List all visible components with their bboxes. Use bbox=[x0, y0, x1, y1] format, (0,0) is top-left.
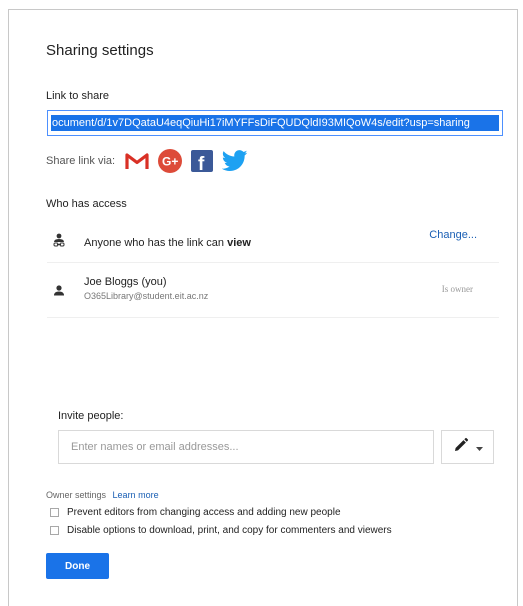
link-access-icon bbox=[53, 233, 65, 254]
learn-more-link[interactable]: Learn more bbox=[113, 490, 159, 500]
owner-settings-row: Owner settings Learn more bbox=[46, 490, 159, 500]
owner-email: O365Library@student.eit.ac.nz bbox=[84, 291, 209, 301]
disable-download-checkbox[interactable] bbox=[50, 526, 59, 535]
change-access-link[interactable]: Change... bbox=[429, 229, 477, 241]
share-link-field[interactable]: ocument/d/1v7DQataU4eqQiuHi17iMYFFsDiFQU… bbox=[47, 110, 503, 136]
share-via-row: Share link via: G+ f bbox=[46, 149, 257, 173]
anyone-with-link-text: Anyone who has the link can view bbox=[84, 237, 251, 249]
twitter-icon[interactable] bbox=[222, 150, 248, 172]
svg-text:G+: G+ bbox=[162, 155, 178, 169]
owner-settings-label: Owner settings bbox=[46, 490, 107, 500]
share-link-value[interactable]: ocument/d/1v7DQataU4eqQiuHi17iMYFFsDiFQU… bbox=[51, 115, 499, 131]
dialog-title: Sharing settings bbox=[46, 42, 154, 59]
disable-download-option[interactable]: Disable options to download, print, and … bbox=[50, 525, 392, 536]
sharing-dialog: Sharing settings Link to share ocument/d… bbox=[8, 9, 518, 606]
prevent-editors-checkbox[interactable] bbox=[50, 508, 59, 517]
who-has-access-label: Who has access bbox=[46, 198, 127, 210]
permission-dropdown-button[interactable] bbox=[441, 430, 494, 464]
prevent-editors-label: Prevent editors from changing access and… bbox=[67, 507, 341, 518]
link-to-share-label: Link to share bbox=[46, 90, 109, 102]
google-plus-icon[interactable]: G+ bbox=[158, 149, 183, 173]
owner-name: Joe Bloggs (you) bbox=[84, 276, 167, 288]
pencil-icon bbox=[453, 437, 469, 458]
prevent-editors-option[interactable]: Prevent editors from changing access and… bbox=[50, 507, 341, 518]
access-row-link: Anyone who has the link can view Change.… bbox=[47, 223, 499, 263]
access-row-owner: Joe Bloggs (you) O365Library@student.eit… bbox=[47, 270, 499, 318]
svg-text:f: f bbox=[198, 154, 205, 172]
invite-people-label: Invite people: bbox=[58, 410, 124, 422]
invite-people-input[interactable] bbox=[58, 430, 434, 464]
person-icon bbox=[53, 284, 65, 302]
share-via-label: Share link via: bbox=[46, 155, 116, 167]
facebook-icon[interactable]: f bbox=[191, 150, 214, 172]
anyone-with-link-permission: view bbox=[227, 237, 251, 249]
done-button[interactable]: Done bbox=[46, 553, 109, 579]
disable-download-label: Disable options to download, print, and … bbox=[67, 525, 392, 536]
chevron-down-icon bbox=[475, 438, 483, 456]
anyone-with-link-prefix: Anyone who has the link can bbox=[84, 237, 228, 249]
owner-role: Is owner bbox=[441, 284, 473, 294]
gmail-icon[interactable] bbox=[125, 152, 149, 170]
